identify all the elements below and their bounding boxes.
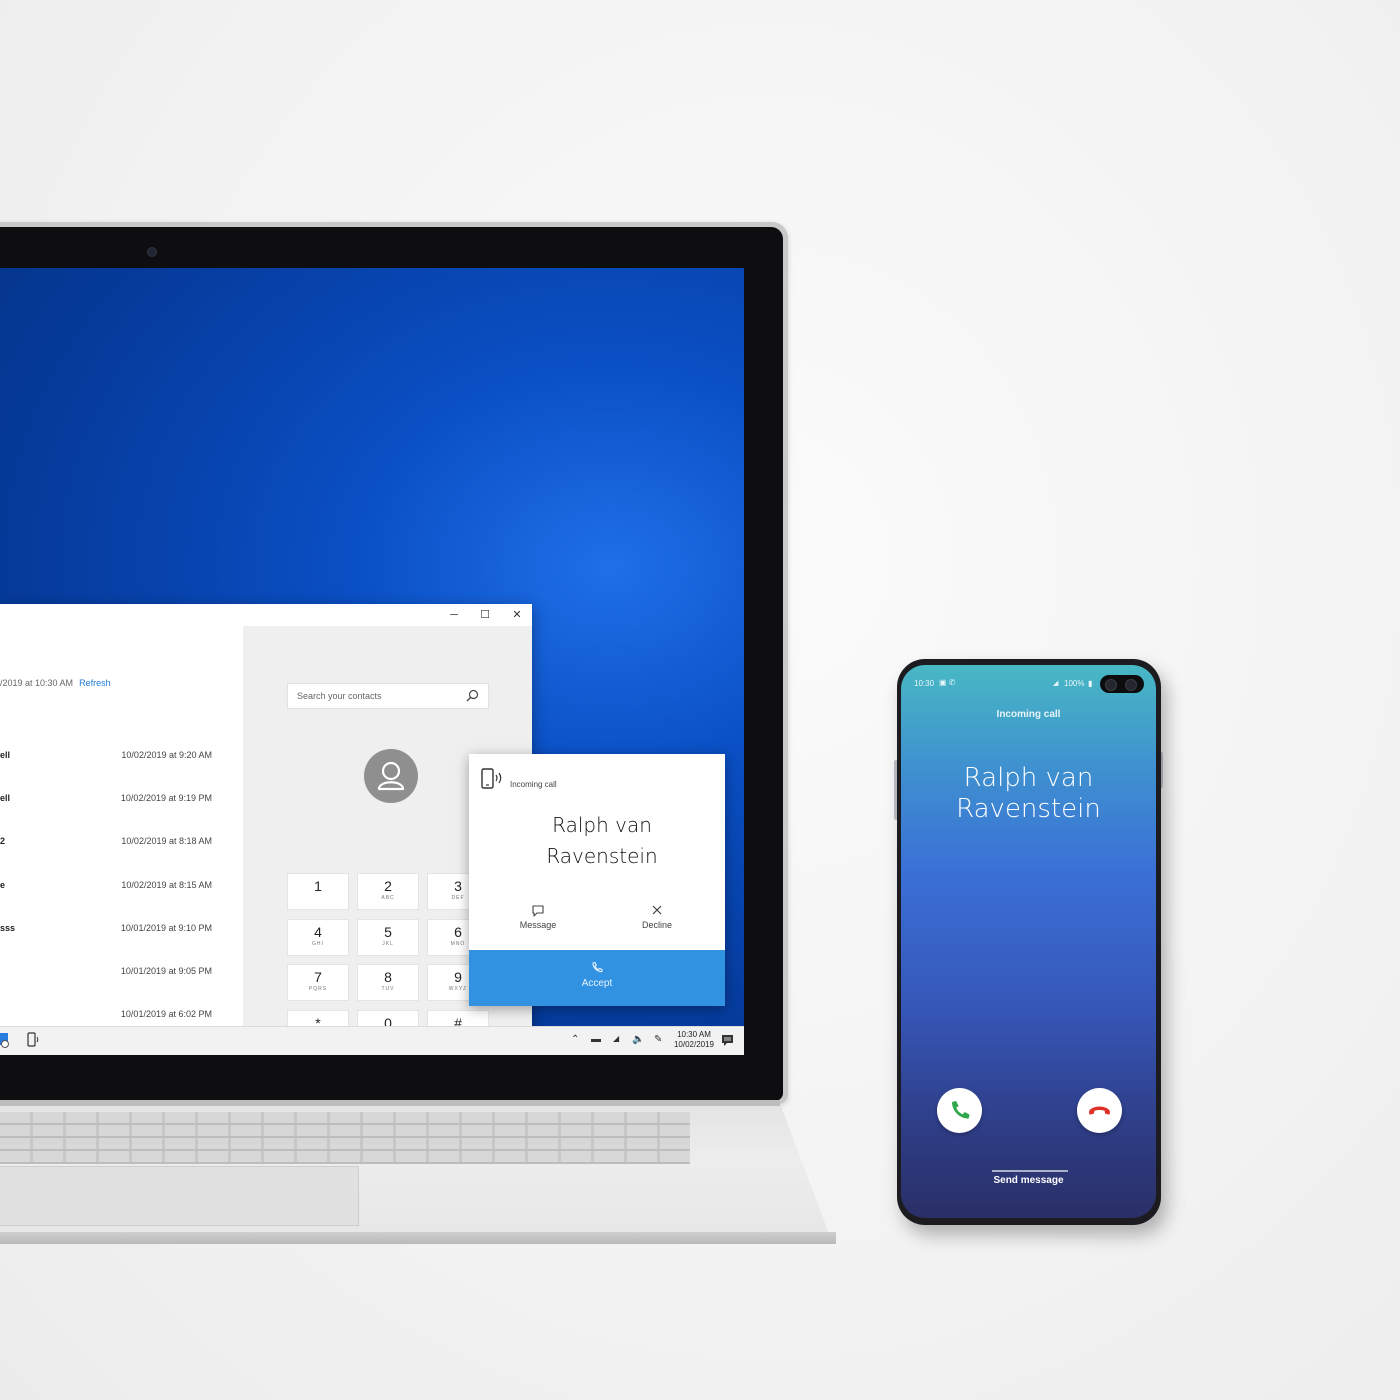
key-letters: JKL [382,940,394,947]
call-contact-name: 2 [0,836,6,847]
laptop-screen: ─ ☐ ✕ /2019 at 10:30 AM Refresh ell 10/02/… [0,268,744,1055]
clock-date: 10/02/2019 [673,1040,714,1049]
status-time: 10:30 [914,679,935,688]
call-timestamp: 10/01/2019 at 6:02 PM [120,1009,212,1020]
message-button[interactable]: Message [493,902,583,930]
caller-name: Ralph van Ravenstein [469,810,735,872]
smartphone: 10:30 ▣ ✆ ◢ 100% ▮ Incoming call Ralph v… [897,659,1161,1225]
front-camera [1100,675,1144,693]
caller-name-line-1: Ralph van [552,813,652,837]
call-list-item[interactable]: ell 10/02/2019 at 9:19 PM [0,787,240,830]
phone-ringing-icon [481,768,502,789]
key-letters: PQRS [308,986,328,992]
volume-icon[interactable]: 🔈 [632,1034,644,1045]
phone-caller-line-1: Ralph van [963,763,1094,793]
taskbar-clock[interactable]: 10:30 AM 10/02/2019 [674,1030,714,1050]
close-button[interactable]: ✕ [504,606,530,624]
phone-caller-name: Ralph van Ravenstein [901,763,1156,825]
refresh-link[interactable]: Refresh [79,678,111,688]
battery-icon: ▮ [1088,679,1093,688]
minimize-button[interactable]: ─ [441,606,467,624]
recent-calls-list: ell 10/02/2019 at 9:20 AM ell 10/02/2019 at… [0,744,240,1055]
caller-name-line-2: Ravenstein [546,844,658,868]
laptop-base-edge [0,1232,836,1244]
accept-label: Accept [581,978,613,989]
message-label: Message [519,920,557,930]
last-synced-text: /2019 at 10:30 AM [0,678,74,688]
call-contact-name: sss [0,922,16,933]
laptop-trackpad [0,1166,359,1226]
person-icon [377,761,405,791]
call-contact-name: e [0,879,6,890]
phone-icon [592,961,603,973]
keypad-key[interactable]: 1 [287,873,349,910]
call-timestamp: 10/01/2019 at 9:05 PM [120,965,212,976]
call-contact-name: ell [0,793,11,804]
close-icon [652,905,662,915]
message-icon [532,905,544,917]
key-digit: 2 [384,878,392,894]
key-digit: 7 [314,969,322,985]
signal-icon: ◢ [1053,680,1059,687]
send-message-handle [992,1170,1068,1172]
phone-incoming-label: Incoming call [996,709,1061,720]
notifications-icon[interactable] [721,1034,734,1047]
key-letters: GHI [312,940,324,947]
key-digit: 5 [384,923,392,940]
call-list-item[interactable]: sss 10/01/2019 at 9:10 PM [0,917,240,960]
phone-caller-line-2: Ravenstein [956,794,1101,824]
windows-taskbar: ⌃ ▬ ◢ 🔈 ✎ 10:30 AM 10/02/2019 [0,1026,744,1055]
maximize-button[interactable]: ☐ [472,606,498,624]
chevron-up-icon[interactable]: ⌃ [571,1034,579,1045]
call-list-item[interactable]: ell 10/02/2019 at 9:20 AM [0,744,240,787]
key-digit: 4 [314,923,322,940]
your-phone-app-window: ─ ☐ ✕ /2019 at 10:30 AM Refresh ell 10/02/… [0,604,532,1055]
key-digit: 1 [314,878,322,894]
your-phone-taskbar-icon[interactable] [26,1032,44,1048]
phone-decline-button[interactable] [1077,1088,1122,1133]
keypad-key[interactable]: 7 PQRS [287,964,349,1001]
call-timestamp: 10/02/2019 at 8:15 AM [121,879,212,890]
call-timestamp: 10/01/2019 at 9:10 PM [120,922,212,933]
decline-button[interactable]: Decline [612,902,702,930]
key-letters: TUV [381,986,395,992]
keyboard-rows [0,1112,690,1164]
accept-button[interactable]: Accept [469,950,725,1006]
window-titlebar: ─ ☐ ✕ [0,604,532,626]
incoming-call-notification: Incoming call Ralph van Ravenstein Messa… [469,754,725,1006]
clock-time: 10:30 AM [677,1030,711,1039]
contact-avatar [364,749,418,803]
call-list-item[interactable]: 2 10/02/2019 at 8:18 AM [0,830,240,873]
keypad-key[interactable]: 8 TUV [357,964,419,1001]
incoming-call-label: Incoming call [510,780,557,789]
search-placeholder: Search your contacts [297,691,382,701]
phone-screen: 10:30 ▣ ✆ ◢ 100% ▮ Incoming call Ralph v… [901,665,1156,1218]
battery-percent: 100% [1064,679,1085,688]
sync-status: /2019 at 10:30 AM Refresh [0,678,111,688]
wifi-icon[interactable]: ◢ [613,1034,619,1043]
battery-icon[interactable]: ▬ [591,1034,601,1045]
search-icon[interactable] [464,688,480,704]
call-timestamp: 10/02/2019 at 9:19 PM [120,793,212,804]
key-letters: ABC [381,895,395,901]
phone-decline-icon [1089,1106,1110,1115]
keypad-key[interactable]: 2 ABC [357,873,419,910]
keypad-key[interactable]: 4 GHI [287,918,349,956]
phone-accept-button[interactable] [937,1088,982,1133]
call-contact-name: ell [0,750,11,760]
decline-label: Decline [641,920,672,930]
key-digit: 8 [384,969,392,985]
phone-accept-icon [952,1101,970,1119]
call-timestamp: 10/02/2019 at 8:18 AM [121,836,212,847]
call-list-item[interactable]: e 10/02/2019 at 8:15 AM [0,874,240,917]
call-list-item[interactable]: 10/01/2019 at 9:05 PM [0,960,240,1003]
call-timestamp: 10/02/2019 at 9:20 AM [121,750,212,760]
notification-icons: ▣ ✆ [939,678,956,687]
keypad-key[interactable]: 5 JKL [357,918,419,956]
app-icon[interactable] [0,1031,12,1049]
webcam [147,247,157,257]
pen-icon[interactable]: ✎ [654,1034,662,1045]
contact-search-input[interactable]: Search your contacts [287,683,489,709]
send-message-button[interactable]: Send message [901,1175,1156,1186]
